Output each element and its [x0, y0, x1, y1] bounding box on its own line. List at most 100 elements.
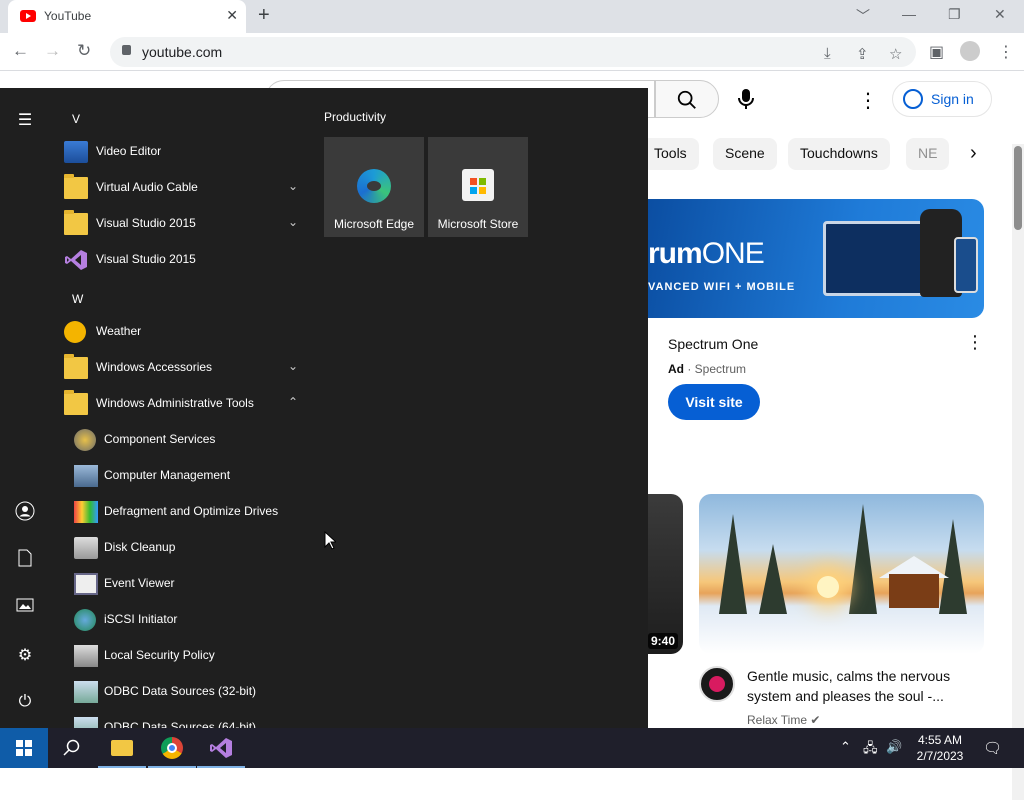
reload-icon[interactable]: ↻ — [77, 41, 91, 61]
windows-logo-icon — [16, 740, 32, 756]
show-hidden-icons-chevron-up-icon[interactable]: ⌃ — [840, 739, 851, 755]
visit-site-button[interactable]: Visit site — [668, 384, 760, 420]
letter-header-v[interactable]: V — [72, 112, 80, 126]
start-menu: ☰ ⚙ ⏻ V Video Editor Virtual Audio Cable… — [0, 88, 648, 728]
documents-icon[interactable] — [14, 549, 36, 571]
chip-touchdowns[interactable]: Touchdowns — [788, 138, 890, 170]
browser-tab-strip: YouTube ✕ + ﹀ — ❐ ✕ — [0, 0, 1024, 33]
hamburger-menu-icon[interactable]: ☰ — [14, 110, 36, 132]
taskbar-chrome-icon[interactable] — [148, 728, 196, 768]
sign-in-button[interactable]: Sign in — [892, 81, 992, 117]
taskbar-visual-studio-icon[interactable] — [197, 728, 245, 768]
lock-icon[interactable] — [122, 45, 131, 55]
ad-more-options-icon[interactable]: ⋮ — [966, 332, 984, 353]
install-app-icon[interactable]: ⤓ — [824, 45, 831, 62]
app-visual-studio-2015-folder[interactable]: Visual Studio 2015 ⌄ — [60, 206, 310, 242]
folder-icon — [64, 174, 88, 199]
network-icon[interactable]: 🖧 — [863, 739, 878, 761]
scrollbar-thumb[interactable] — [1014, 146, 1022, 230]
ad-title[interactable]: Spectrum One — [668, 336, 758, 352]
youtube-search-button[interactable] — [655, 80, 719, 118]
youtube-favicon-icon — [20, 10, 36, 22]
back-arrow-icon[interactable]: ← — [12, 41, 29, 61]
taskbar-clock[interactable]: 4:55 AM 2/7/2023 — [910, 732, 970, 764]
check-circle-icon: ✔ — [810, 713, 821, 727]
ad-banner-image[interactable]: rumONE VANCED WIFI + MOBILE — [648, 199, 984, 318]
bookmark-star-icon[interactable]: ☆ — [889, 45, 902, 63]
app-local-security-policy[interactable]: Local Security Policy — [60, 638, 310, 674]
chip-scene[interactable]: Scene — [713, 138, 777, 170]
app-iscsi-initiator[interactable]: iSCSI Initiator — [60, 602, 310, 638]
app-defragment-drives[interactable]: Defragment and Optimize Drives — [60, 494, 310, 530]
app-visual-studio-2015[interactable]: Visual Studio 2015 — [60, 242, 310, 278]
settings-gear-icon[interactable]: ⚙ — [14, 645, 36, 667]
pictures-icon[interactable] — [14, 597, 36, 619]
power-icon[interactable]: ⏻ — [14, 693, 36, 715]
store-icon — [462, 169, 494, 201]
ad-meta: Ad · Spectrum — [668, 362, 747, 376]
browser-menu-icon[interactable]: ⋮ — [998, 42, 1014, 62]
visual-studio-icon — [64, 249, 88, 271]
iscsi-initiator-icon — [74, 609, 96, 631]
app-odbc-32[interactable]: ODBC Data Sources (32-bit) — [60, 674, 310, 710]
forward-arrow-icon[interactable]: → — [44, 41, 61, 61]
video-title[interactable]: Gentle music, calms the nervous system a… — [747, 666, 977, 706]
profile-avatar-icon[interactable] — [960, 41, 980, 61]
mouse-cursor-icon — [324, 531, 336, 550]
app-virtual-audio-cable[interactable]: Virtual Audio Cable ⌄ — [60, 170, 310, 206]
disk-cleanup-icon — [74, 537, 98, 559]
action-center-icon[interactable]: 🗨 — [983, 739, 1002, 757]
chip-ne[interactable]: NE — [906, 138, 950, 170]
new-tab-button[interactable]: + — [258, 4, 270, 27]
chevron-right-icon[interactable]: › — [970, 142, 977, 165]
app-computer-management[interactable]: Computer Management — [60, 458, 310, 494]
video-thumbnail-left[interactable] — [648, 494, 683, 654]
app-disk-cleanup[interactable]: Disk Cleanup — [60, 530, 310, 566]
account-circle-icon — [903, 89, 923, 109]
app-weather[interactable]: Weather — [60, 314, 310, 350]
phone-image — [954, 237, 978, 293]
share-icon[interactable]: ⇪ — [856, 45, 869, 63]
user-account-icon[interactable] — [14, 501, 36, 523]
minimize-icon[interactable]: — — [902, 6, 916, 22]
chip-tools[interactable]: Tools — [642, 138, 699, 170]
weather-icon — [64, 321, 86, 343]
edge-icon — [357, 169, 391, 203]
volume-icon[interactable]: 🔊 — [886, 739, 902, 755]
chevron-up-icon: ⌃ — [288, 395, 299, 409]
restore-icon[interactable]: ❐ — [948, 6, 961, 23]
component-services-icon — [74, 429, 96, 451]
url-text[interactable]: youtube.com — [142, 44, 222, 60]
tile-microsoft-store[interactable]: Microsoft Store — [428, 137, 528, 237]
video-thumbnail-right[interactable] — [699, 494, 984, 654]
start-button[interactable] — [0, 728, 48, 768]
tab-close-icon[interactable]: ✕ — [226, 7, 238, 24]
search-icon — [677, 90, 696, 109]
video-duration: 9:40 — [648, 633, 679, 649]
address-bar[interactable]: youtube.com ⤓ ⇪ ☆ — [110, 37, 916, 67]
voice-search-mic-icon[interactable] — [736, 88, 756, 110]
taskbar-file-explorer-icon[interactable] — [98, 728, 146, 768]
page-scrollbar[interactable] — [1012, 144, 1024, 800]
channel-avatar[interactable] — [699, 666, 735, 702]
window-close-icon[interactable]: ✕ — [994, 6, 1006, 23]
tab-search-chevron-down-icon[interactable]: ﹀ — [856, 6, 870, 26]
clock-time: 4:55 AM — [917, 733, 963, 747]
app-windows-accessories[interactable]: Windows Accessories ⌄ — [60, 350, 310, 386]
chevron-down-icon: ⌄ — [288, 179, 299, 193]
tile-group-title[interactable]: Productivity — [324, 110, 386, 124]
app-event-viewer[interactable]: Event Viewer — [60, 566, 310, 602]
taskbar-search-icon[interactable] — [48, 728, 96, 768]
tab-youtube[interactable]: YouTube ✕ — [8, 0, 246, 33]
app-odbc-64[interactable]: ODBC Data Sources (64-bit) — [60, 710, 310, 728]
side-panel-icon[interactable]: ▣ — [929, 42, 944, 62]
app-component-services[interactable]: Component Services — [60, 422, 310, 458]
app-windows-administrative-tools[interactable]: Windows Administrative Tools ⌃ — [60, 386, 310, 422]
computer-management-icon — [74, 465, 98, 487]
settings-more-icon[interactable]: ⋮ — [858, 88, 878, 113]
ad-banner-tagline: VANCED WIFI + MOBILE — [648, 281, 796, 293]
tile-microsoft-edge[interactable]: Microsoft Edge — [324, 137, 424, 237]
video-channel[interactable]: Relax Time ✔ — [747, 713, 820, 727]
app-video-editor[interactable]: Video Editor — [60, 134, 310, 170]
letter-header-w[interactable]: W — [72, 292, 83, 306]
